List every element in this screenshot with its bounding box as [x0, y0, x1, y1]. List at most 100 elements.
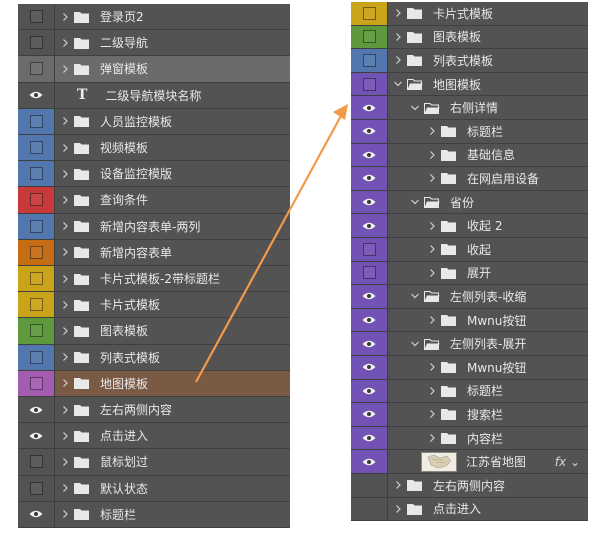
- visibility-toggle[interactable]: [351, 2, 388, 25]
- chevron-right-icon[interactable]: [394, 504, 402, 514]
- chevron-right-icon[interactable]: [428, 244, 436, 254]
- layer-row[interactable]: 标题栏: [351, 120, 588, 144]
- visibility-toggle[interactable]: [351, 332, 388, 355]
- layer-row[interactable]: 地图模板: [18, 370, 290, 397]
- chevron-right-icon[interactable]: [61, 431, 69, 441]
- layer-row[interactable]: 江苏省地图 fx ⌄: [351, 450, 588, 474]
- visibility-toggle[interactable]: [351, 474, 388, 497]
- visibility-toggle[interactable]: [351, 167, 388, 190]
- layer-row[interactable]: 列表式模板: [351, 49, 588, 73]
- visibility-toggle[interactable]: [351, 285, 388, 308]
- layer-effects-icon[interactable]: fx ⌄: [555, 455, 580, 469]
- layer-row[interactable]: 新增内容表单-两列: [18, 213, 290, 240]
- layer-row[interactable]: 搜索栏: [351, 403, 588, 427]
- layer-row[interactable]: 收起 2: [351, 214, 588, 238]
- chevron-right-icon[interactable]: [61, 326, 69, 336]
- visibility-toggle[interactable]: [18, 370, 55, 396]
- layer-row[interactable]: 默认状态: [18, 475, 290, 502]
- layer-row[interactable]: 收起: [351, 238, 588, 262]
- layer-row[interactable]: 卡片式模板: [351, 2, 588, 26]
- layer-row[interactable]: 登录页2: [18, 4, 290, 31]
- visibility-toggle[interactable]: [18, 161, 55, 187]
- layer-row[interactable]: 内容栏: [351, 426, 588, 451]
- layer-row[interactable]: 点击进入: [18, 423, 290, 450]
- chevron-right-icon[interactable]: [428, 386, 436, 396]
- layer-row[interactable]: Mwnu按钮: [351, 308, 588, 333]
- visibility-toggle[interactable]: [351, 72, 388, 96]
- visibility-toggle[interactable]: [351, 426, 388, 450]
- visibility-toggle[interactable]: [351, 96, 388, 119]
- visibility-toggle[interactable]: [18, 318, 55, 344]
- visibility-toggle[interactable]: [351, 403, 388, 426]
- chevron-right-icon[interactable]: [428, 433, 436, 443]
- layer-row[interactable]: 展开: [351, 261, 588, 286]
- layer-row[interactable]: 点击进入: [351, 497, 588, 522]
- visibility-toggle[interactable]: [351, 120, 388, 143]
- layer-row[interactable]: 省份: [351, 190, 588, 215]
- layer-row[interactable]: 视频模板: [18, 135, 290, 162]
- visibility-toggle[interactable]: [18, 30, 55, 56]
- chevron-down-icon[interactable]: [411, 197, 419, 207]
- visibility-toggle[interactable]: [351, 49, 388, 72]
- visibility-toggle[interactable]: [18, 423, 55, 449]
- visibility-toggle[interactable]: [351, 497, 388, 521]
- chevron-right-icon[interactable]: [428, 409, 436, 419]
- layer-row[interactable]: 卡片式模板: [18, 292, 290, 319]
- layer-row[interactable]: 查询条件: [18, 187, 290, 214]
- layer-row[interactable]: 左侧列表-收缩: [351, 285, 588, 309]
- layer-row[interactable]: 左侧列表-展开: [351, 332, 588, 356]
- visibility-toggle[interactable]: [351, 190, 388, 214]
- visibility-toggle[interactable]: [351, 356, 388, 379]
- chevron-right-icon[interactable]: [61, 300, 69, 310]
- visibility-toggle[interactable]: [18, 239, 55, 265]
- layer-row[interactable]: 新增内容表单: [18, 239, 290, 266]
- layer-row[interactable]: 图表模板: [18, 318, 290, 345]
- visibility-toggle[interactable]: [18, 213, 55, 239]
- chevron-right-icon[interactable]: [61, 38, 69, 48]
- chevron-right-icon[interactable]: [61, 169, 69, 179]
- layer-row[interactable]: 基础信息: [351, 143, 588, 168]
- visibility-toggle[interactable]: [18, 4, 55, 30]
- visibility-toggle[interactable]: [351, 450, 388, 473]
- chevron-right-icon[interactable]: [61, 509, 69, 519]
- layer-row[interactable]: 在网启用设备: [351, 167, 588, 191]
- visibility-toggle[interactable]: [351, 214, 388, 237]
- visibility-toggle[interactable]: [351, 143, 388, 167]
- chevron-right-icon[interactable]: [61, 221, 69, 231]
- chevron-right-icon[interactable]: [61, 405, 69, 415]
- visibility-toggle[interactable]: [18, 449, 55, 475]
- chevron-down-icon[interactable]: [411, 291, 419, 301]
- chevron-right-icon[interactable]: [61, 116, 69, 126]
- layer-row[interactable]: 标题栏: [18, 501, 290, 528]
- chevron-right-icon[interactable]: [61, 12, 69, 22]
- chevron-right-icon[interactable]: [61, 483, 69, 493]
- visibility-toggle[interactable]: [18, 475, 55, 501]
- layer-row[interactable]: 标题栏: [351, 379, 588, 404]
- layer-row[interactable]: 二级导航: [18, 30, 290, 57]
- layer-row[interactable]: 弹窗模板: [18, 56, 290, 83]
- visibility-toggle[interactable]: [18, 108, 55, 134]
- chevron-right-icon[interactable]: [61, 352, 69, 362]
- visibility-toggle[interactable]: [18, 82, 55, 108]
- chevron-right-icon[interactable]: [428, 315, 436, 325]
- chevron-down-icon[interactable]: [411, 339, 419, 349]
- chevron-right-icon[interactable]: [394, 8, 402, 18]
- layer-row[interactable]: 人员监控模板: [18, 108, 290, 135]
- visibility-toggle[interactable]: [351, 25, 388, 49]
- layer-row[interactable]: Mwnu按钮: [351, 356, 588, 380]
- chevron-right-icon[interactable]: [61, 274, 69, 284]
- chevron-right-icon[interactable]: [428, 362, 436, 372]
- visibility-toggle[interactable]: [351, 379, 388, 403]
- layer-row[interactable]: 卡片式模板-2带标题栏: [18, 266, 290, 293]
- visibility-toggle[interactable]: [18, 187, 55, 213]
- chevron-right-icon[interactable]: [61, 247, 69, 257]
- layer-row[interactable]: 右侧详情: [351, 96, 588, 120]
- chevron-right-icon[interactable]: [61, 64, 69, 74]
- chevron-right-icon[interactable]: [394, 32, 402, 42]
- chevron-down-icon[interactable]: ⌄: [566, 455, 580, 469]
- visibility-toggle[interactable]: [351, 238, 388, 261]
- chevron-right-icon[interactable]: [394, 480, 402, 490]
- layer-row[interactable]: 鼠标划过: [18, 449, 290, 476]
- visibility-toggle[interactable]: [18, 56, 55, 82]
- chevron-right-icon[interactable]: [61, 143, 69, 153]
